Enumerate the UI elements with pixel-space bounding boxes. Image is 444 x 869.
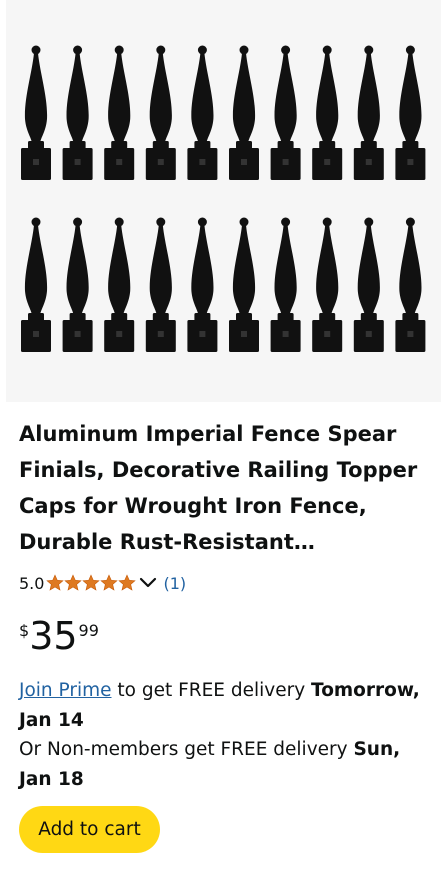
price-symbol: $	[19, 621, 30, 640]
finial	[353, 45, 384, 180]
prime-delivery: Join Prime to get FREE delivery Tomorrow…	[19, 676, 439, 735]
add-to-cart-button[interactable]: Add to cart	[19, 806, 160, 853]
finial	[21, 45, 51, 180]
finial	[145, 45, 176, 180]
rating-row: 5.0 (1)	[19, 571, 186, 595]
finial	[21, 217, 51, 352]
price-fraction: 99	[78, 621, 99, 640]
product-image[interactable]	[6, 0, 441, 402]
finial	[62, 217, 93, 352]
finial	[187, 217, 218, 352]
finial	[312, 45, 343, 180]
product-card: Aluminum Imperial Fence Spear Finials, D…	[6, 0, 441, 869]
star-rating[interactable]	[46, 574, 137, 592]
finials-illustration	[21, 45, 426, 352]
finial	[395, 217, 426, 352]
nonmember-delivery: Or Non-members get FREE delivery Sun, Ja…	[19, 735, 439, 794]
finial	[145, 217, 176, 352]
finial	[270, 217, 301, 352]
join-prime-link[interactable]: Join Prime	[19, 680, 112, 701]
chevron-down-icon[interactable]	[138, 573, 158, 593]
finial	[270, 45, 301, 180]
rating-value: 5.0	[19, 573, 45, 593]
star-icon	[64, 574, 83, 591]
finial	[353, 217, 384, 352]
finial	[312, 217, 343, 352]
prime-delivery-text: to get FREE delivery	[111, 680, 312, 701]
finial	[187, 45, 218, 180]
price: $ 35 99	[19, 614, 99, 664]
finial	[395, 45, 426, 180]
star-icon	[82, 574, 101, 591]
price-whole: 35	[29, 614, 78, 658]
star-icon	[100, 574, 119, 591]
finial	[62, 45, 93, 180]
finial	[104, 217, 135, 352]
nonmember-delivery-text: Or Non-members get FREE delivery	[19, 739, 354, 760]
review-count-link[interactable]: (1)	[163, 574, 186, 593]
star-icon	[118, 574, 137, 591]
finial	[229, 45, 259, 180]
finial	[104, 45, 135, 180]
delivery-info: Join Prime to get FREE delivery Tomorrow…	[19, 676, 439, 794]
star-icon	[46, 574, 65, 591]
finial	[229, 217, 259, 352]
product-title[interactable]: Aluminum Imperial Fence Spear Finials, D…	[19, 416, 437, 560]
